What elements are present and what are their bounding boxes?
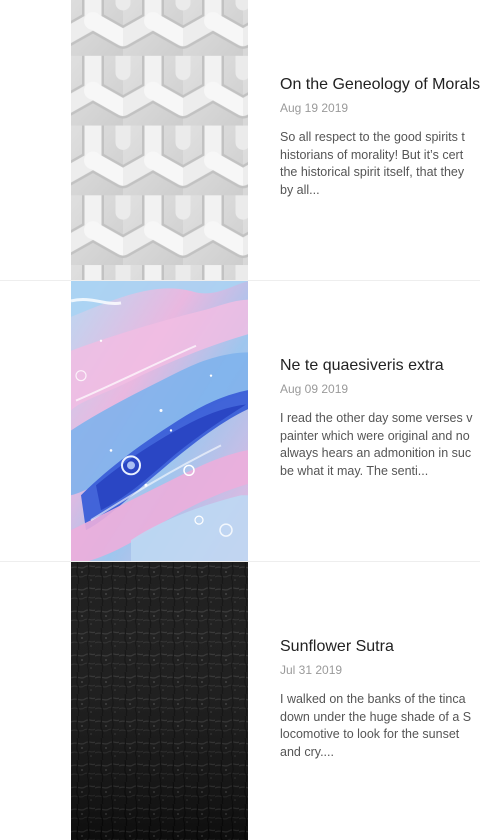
post-title[interactable]: Ne te quaesiveris extra xyxy=(280,357,444,375)
post-list: On the Geneology of Morals Aug 19 2019 S… xyxy=(0,0,480,840)
excerpt-line: be what it may. The senti... xyxy=(280,463,429,478)
excerpt-line: and cry.... xyxy=(280,744,334,759)
post-excerpt: I read the other day some verses v paint… xyxy=(280,410,472,480)
excerpt-line: I walked on the banks of the tinca xyxy=(280,692,466,706)
excerpt-line: always hears an admonition in suc xyxy=(280,446,472,460)
post-content: Ne te quaesiveris extra Aug 09 2019 I re… xyxy=(280,281,480,561)
post-card: Ne te quaesiveris extra Aug 09 2019 I re… xyxy=(0,281,480,562)
post-date: Jul 31 2019 xyxy=(280,663,343,677)
post-thumbnail-image[interactable] xyxy=(71,281,248,561)
post-card: Sunflower Sutra Jul 31 2019 I walked on … xyxy=(0,562,480,840)
post-excerpt: So all respect to the good spirits t his… xyxy=(280,129,465,199)
post-content: Sunflower Sutra Jul 31 2019 I walked on … xyxy=(280,562,480,840)
black-leather-texture-image xyxy=(71,562,248,840)
post-title[interactable]: On the Geneology of Morals xyxy=(280,76,480,94)
excerpt-line: the historical spirit itself, that they xyxy=(280,165,465,179)
post-date: Aug 09 2019 xyxy=(280,382,349,396)
post-thumbnail-image[interactable] xyxy=(71,562,248,840)
post-date: Aug 19 2019 xyxy=(280,101,349,115)
post-content: On the Geneology of Morals Aug 19 2019 S… xyxy=(280,0,480,280)
excerpt-line: locomotive to look for the sunset xyxy=(280,727,460,741)
post-thumbnail-image[interactable] xyxy=(71,0,248,280)
blue-pink-marble-image xyxy=(71,281,248,561)
white-woven-pattern-image xyxy=(71,0,248,280)
excerpt-line: painter which were original and no xyxy=(280,428,470,443)
post-excerpt: I walked on the banks of the tinca down … xyxy=(280,691,471,761)
excerpt-line: by all... xyxy=(280,182,320,197)
post-title[interactable]: Sunflower Sutra xyxy=(280,638,394,656)
excerpt-line: So all respect to the good spirits t xyxy=(280,130,465,144)
excerpt-line: I read the other day some verses v xyxy=(280,411,473,425)
excerpt-line: down under the huge shade of a S xyxy=(280,709,472,724)
post-card: On the Geneology of Morals Aug 19 2019 S… xyxy=(0,0,480,281)
excerpt-line: historians of morality! But it’s cert xyxy=(280,147,464,162)
